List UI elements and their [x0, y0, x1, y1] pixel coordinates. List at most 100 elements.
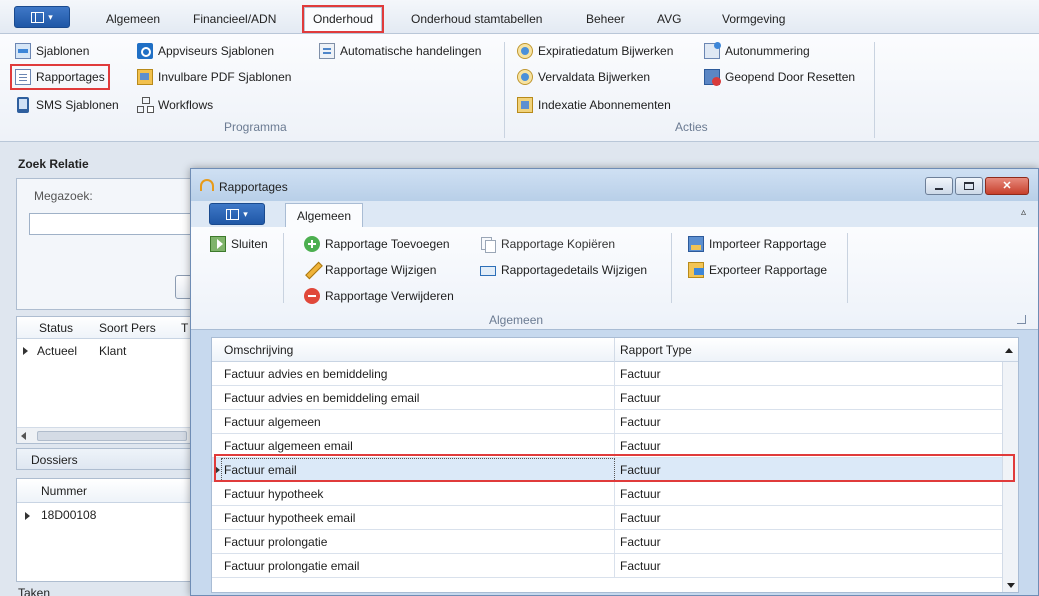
delete-icon [304, 288, 320, 304]
table-row[interactable]: Factuur advies en bemiddeling Factuur [212, 362, 1018, 386]
ribbon-separator [283, 233, 284, 303]
template-icon [15, 43, 31, 59]
report-icon [15, 69, 31, 85]
column-soort-pers[interactable]: Soort Pers [99, 321, 156, 335]
column-separator [614, 338, 615, 362]
minimize-icon [935, 188, 943, 190]
cell-rapport-type: Factuur [620, 535, 661, 549]
table-row[interactable]: Factuur prolongatie Factuur [212, 530, 1018, 554]
tab-avg[interactable]: AVG [657, 12, 681, 26]
row-pointer-icon [23, 347, 28, 355]
application-menu-button[interactable]: ▾ [14, 6, 70, 28]
dialog-tab-algemeen[interactable]: Algemeen [285, 203, 363, 228]
megazoek-label: Megazoek: [34, 189, 93, 203]
tab-financieel-adn[interactable]: Financieel/ADN [193, 12, 276, 26]
close-icon: ✕ [1002, 180, 1012, 192]
import-icon [688, 236, 704, 252]
appviseurs-sjablonen-button[interactable]: Appviseurs Sjablonen [134, 40, 277, 62]
export-icon [688, 262, 704, 278]
table-row[interactable]: Factuur algemeen Factuur [212, 410, 1018, 434]
cell-omschrijving: Factuur hypotheek [224, 487, 324, 501]
rapportage-kopieren-button[interactable]: Rapportage Kopiëren [477, 233, 618, 255]
scrollbar-thumb[interactable] [37, 431, 187, 441]
table-row[interactable]: 18D00108 [17, 503, 193, 527]
dialog-title: Rapportages [219, 180, 288, 194]
table-row[interactable]: Factuur hypotheek Factuur [212, 482, 1018, 506]
ribbon-separator [847, 233, 848, 303]
vertical-scrollbar[interactable] [1002, 362, 1018, 592]
phone-icon [17, 97, 29, 113]
column-omschrijving[interactable]: Omschrijving [224, 343, 293, 357]
sjablonen-button[interactable]: Sjablonen [12, 40, 92, 62]
automatische-handelingen-button[interactable]: Automatische handelingen [316, 40, 484, 62]
rapportages-button[interactable]: Rapportages [10, 64, 110, 90]
relations-header: Status Soort Pers T [17, 317, 193, 339]
close-button[interactable]: ✕ [985, 177, 1029, 195]
rapportage-wijzigen-button[interactable]: Rapportage Wijzigen [301, 259, 439, 281]
column-separator [614, 434, 615, 458]
dialog-tabbar: ▾ Algemeen ▵ [191, 201, 1038, 228]
rapportage-verwijderen-button[interactable]: Rapportage Verwijderen [301, 285, 457, 307]
tab-vormgeving[interactable]: Vormgeving [722, 12, 785, 26]
dialog-application-menu-button[interactable]: ▾ [209, 203, 265, 225]
cell-omschrijving: Factuur email [224, 463, 297, 477]
sort-ascending-icon [1005, 348, 1013, 353]
column-t[interactable]: T [181, 321, 188, 335]
column-separator [614, 506, 615, 530]
dialog-launcher-icon[interactable] [1017, 315, 1026, 324]
table-row[interactable]: Actueel Klant [17, 339, 193, 363]
workflow-icon [137, 97, 153, 113]
geopend-door-resetten-button[interactable]: Geopend Door Resetten [701, 66, 858, 88]
dialog-ribbon: Sluiten Rapportage Toevoegen Rapportage … [191, 227, 1038, 330]
rapportagedetails-wijzigen-button[interactable]: Rapportagedetails Wijzigen [477, 259, 650, 281]
indexatie-abonnementen-button[interactable]: Indexatie Abonnementen [514, 94, 674, 116]
maximize-button[interactable] [955, 177, 983, 195]
sluiten-button[interactable]: Sluiten [207, 233, 271, 255]
tab-onderhoud-stamtabellen[interactable]: Onderhoud stamtabellen [411, 12, 542, 26]
sms-sjablonen-button[interactable]: SMS Sjablonen [12, 94, 122, 116]
table-row[interactable]: Factuur prolongatie email Factuur [212, 554, 1018, 578]
dialog-titlebar[interactable]: Rapportages ✕ [191, 169, 1038, 201]
column-separator [614, 410, 615, 434]
column-rapport-type[interactable]: Rapport Type [620, 343, 692, 357]
tab-beheer[interactable]: Beheer [586, 12, 625, 26]
table-row[interactable]: Factuur algemeen email Factuur [212, 434, 1018, 458]
numbering-icon [704, 42, 721, 59]
exporteer-rapportage-button[interactable]: Exporteer Rapportage [685, 259, 830, 281]
tab-algemeen[interactable]: Algemeen [106, 12, 160, 26]
autonummering-button[interactable]: Autonummering [701, 40, 813, 62]
tab-onderhoud[interactable]: Onderhoud [301, 5, 385, 33]
rapportage-toevoegen-button[interactable]: Rapportage Toevoegen [301, 233, 453, 255]
invulbare-pdf-sjablonen-button[interactable]: Invulbare PDF Sjablonen [134, 66, 294, 88]
column-nummer[interactable]: Nummer [41, 484, 87, 498]
expiratiedatum-bijwerken-button[interactable]: Expiratiedatum Bijwerken [514, 40, 676, 62]
dossier-number: 18D00108 [41, 508, 97, 522]
table-row[interactable]: Factuur hypotheek email Factuur [212, 506, 1018, 530]
menu-icon [31, 11, 45, 23]
vervaldata-bijwerken-button[interactable]: Vervaldata Bijwerken [514, 66, 653, 88]
column-status[interactable]: Status [39, 321, 73, 335]
dossiers-table: Nummer 18D00108 [16, 478, 193, 582]
horizontal-scrollbar[interactable] [17, 427, 193, 443]
pencil-icon [304, 262, 320, 278]
cell-rapport-type: Factuur [620, 391, 661, 405]
calendar-refresh-icon [517, 43, 533, 59]
importeer-rapportage-button[interactable]: Importeer Rapportage [685, 233, 829, 255]
cell-omschrijving: Factuur prolongatie email [224, 559, 360, 573]
table-row[interactable]: Factuur advies en bemiddeling email Factu… [212, 386, 1018, 410]
minimize-button[interactable] [925, 177, 953, 195]
dossiers-header-bar: Dossiers [16, 448, 192, 470]
dossiers-header: Nummer [17, 479, 193, 503]
index-icon [517, 97, 533, 113]
row-pointer-icon [215, 466, 220, 474]
grid-header: Omschrijving Rapport Type [212, 338, 1018, 362]
collapse-ribbon-icon[interactable]: ▵ [1021, 207, 1026, 218]
column-separator [614, 362, 615, 386]
relation-status: Actueel [37, 344, 78, 358]
megazoek-input[interactable] [29, 213, 199, 235]
workflows-button[interactable]: Workflows [134, 94, 216, 116]
table-row[interactable]: Factuur email Factuur [212, 458, 1018, 482]
cell-omschrijving: Factuur prolongatie [224, 535, 328, 549]
scroll-down-icon[interactable] [1007, 583, 1015, 588]
scroll-left-icon[interactable] [21, 432, 26, 440]
